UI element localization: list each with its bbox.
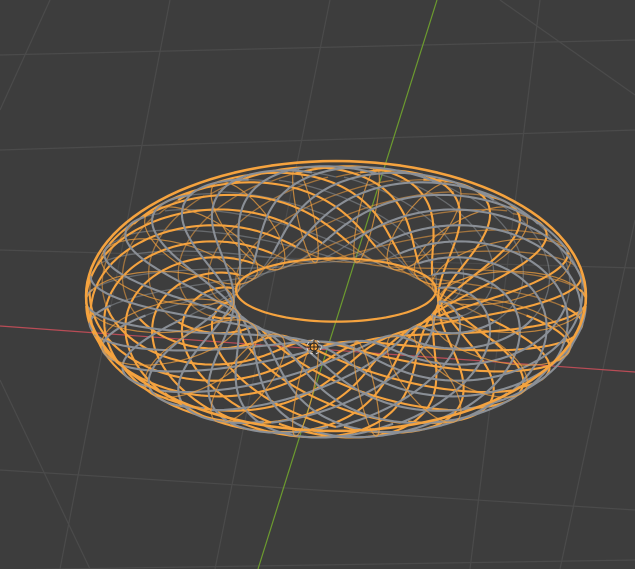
viewport-canvas[interactable] (0, 0, 635, 569)
3d-viewport[interactable] (0, 0, 635, 569)
